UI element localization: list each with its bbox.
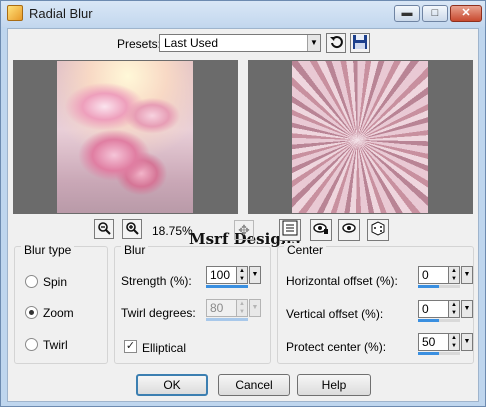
presets-dropdown[interactable]: Last Used ▼: [159, 34, 321, 52]
close-button[interactable]: ✕: [450, 5, 482, 22]
zoom-out-icon[interactable]: [94, 219, 114, 239]
checkbox[interactable]: ✓: [124, 340, 137, 353]
horizontal-offset-label: Horizontal offset (%):: [286, 274, 398, 288]
strength-label: Strength (%):: [121, 274, 192, 288]
presets-label: Presets:: [117, 37, 162, 51]
minimize-button[interactable]: ▬: [394, 5, 420, 22]
center-group: Center Horizontal offset (%): 0 ▲ ▼ ▼ Ver…: [277, 243, 474, 364]
stepper-arrows[interactable]: ▲ ▼: [449, 300, 460, 318]
stepper-arrows[interactable]: ▲ ▼: [449, 333, 460, 351]
elliptical-label: Elliptical: [142, 341, 187, 355]
protect-center-slider-fill: [418, 352, 439, 355]
horizontal-offset-slider[interactable]: [418, 285, 460, 288]
horizontal-offset-input[interactable]: 0: [418, 266, 449, 284]
cancel-button[interactable]: Cancel: [218, 374, 290, 396]
vertical-offset-slider[interactable]: [418, 319, 460, 322]
save-preset-icon[interactable]: [350, 33, 370, 53]
stepper-arrows: ▲ ▼: [237, 299, 248, 317]
radio-label: Spin: [43, 275, 68, 289]
zoom-level: 18.75%: [152, 224, 193, 238]
twirl-slider-fill: [206, 318, 248, 321]
proof-icon[interactable]: [310, 219, 332, 241]
move-icon[interactable]: ✥: [234, 220, 254, 240]
twirl-label: Twirl degrees:: [121, 306, 196, 320]
vertical-offset-input[interactable]: 0: [418, 300, 449, 318]
horizontal-offset-slider-fill: [418, 285, 439, 288]
blur-title: Blur: [121, 243, 149, 257]
blurred-image: [292, 61, 428, 213]
maximize-button[interactable]: □: [422, 5, 448, 22]
reset-icon[interactable]: [326, 33, 346, 53]
chevron-down-icon[interactable]: ▼: [249, 266, 261, 284]
dialog-body: Presets: Last Used ▼ 18.75% Msrf Designs…: [7, 28, 479, 402]
radio-label: Zoom: [43, 306, 74, 320]
blur-type-title: Blur type: [21, 243, 75, 257]
radio-button[interactable]: [25, 338, 38, 351]
protect-center-slider[interactable]: [418, 352, 460, 355]
help-button[interactable]: Help: [297, 374, 371, 396]
zoom-in-icon[interactable]: [122, 219, 142, 239]
stepper-arrows[interactable]: ▲ ▼: [449, 266, 460, 284]
window-title: Radial Blur: [29, 6, 93, 21]
center-title: Center: [284, 243, 327, 257]
radio-button[interactable]: [25, 306, 38, 319]
preview-toggle-icon[interactable]: [279, 219, 301, 241]
vertical-offset-slider-fill: [418, 319, 439, 322]
original-image: [57, 61, 193, 213]
radio-button[interactable]: [25, 275, 38, 288]
result-preview: [248, 60, 473, 214]
chevron-down-icon[interactable]: ▼: [307, 35, 320, 51]
elliptical-checkbox[interactable]: ✓ Elliptical: [124, 340, 224, 356]
chevron-down-icon[interactable]: ▼: [461, 333, 473, 351]
randomize-icon[interactable]: [367, 219, 389, 241]
title-bar[interactable]: Radial Blur ▬ □ ✕: [1, 1, 485, 27]
paint-app-icon: [7, 5, 23, 21]
vertical-offset-label: Vertical offset (%):: [286, 307, 384, 321]
radio-label: Twirl: [43, 338, 68, 352]
presets-value: Last Used: [164, 36, 219, 50]
blur-group: Blur Strength (%): 100 ▲ ▼ ▼ Twirl degree…: [114, 243, 271, 364]
chevron-down-icon: ▼: [249, 299, 261, 317]
protect-center-label: Protect center (%):: [286, 340, 387, 354]
blur-type-group: Blur type Spin Zoom Twirl: [14, 243, 108, 364]
original-preview[interactable]: [13, 60, 238, 214]
strength-input[interactable]: 100: [206, 266, 237, 284]
radial-blur-dialog: Radial Blur ▬ □ ✕ Presets: Last Used ▼ 1…: [0, 0, 486, 407]
ok-button[interactable]: OK: [136, 374, 208, 396]
stepper-arrows[interactable]: ▲ ▼: [237, 266, 248, 284]
auto-proof-icon[interactable]: [338, 219, 360, 241]
twirl-input: 80: [206, 299, 237, 317]
chevron-down-icon[interactable]: ▼: [461, 266, 473, 284]
twirl-slider: [206, 318, 248, 321]
strength-slider[interactable]: [206, 285, 248, 288]
strength-slider-fill: [206, 285, 248, 288]
chevron-down-icon[interactable]: ▼: [461, 300, 473, 318]
protect-center-input[interactable]: 50: [418, 333, 449, 351]
